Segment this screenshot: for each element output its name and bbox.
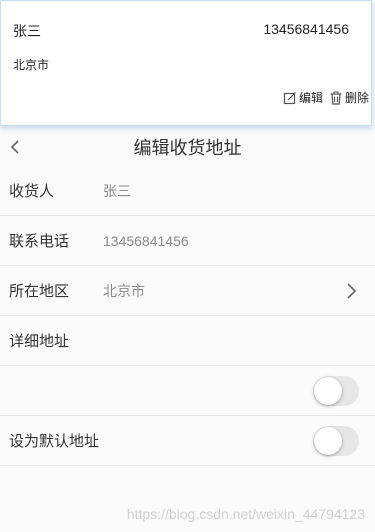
address-form: 收货人 张三 联系电话 13456841456 所在地区 北京市 详细地址 设为…	[0, 166, 375, 466]
receiver-input[interactable]: 张三	[103, 181, 131, 201]
chevron-right-icon	[347, 283, 357, 299]
delete-label: 删除	[344, 91, 369, 105]
page-title: 编辑收货地址	[133, 138, 242, 158]
receiver-label: 收货人	[9, 183, 55, 200]
edit-label: 编辑	[298, 91, 323, 105]
region-value: 北京市	[103, 282, 145, 299]
detail-label: 详细地址	[9, 333, 70, 350]
card-actions: 编辑 删除	[277, 89, 369, 106]
card-address: 北京市	[13, 58, 50, 72]
toggle-knob	[314, 426, 342, 455]
phone-label: 联系电话	[9, 233, 70, 250]
delete-button[interactable]: 删除	[329, 89, 369, 106]
trash-icon	[330, 91, 342, 105]
default-toggle[interactable]	[313, 425, 359, 456]
unnamed-toggle[interactable]	[313, 375, 359, 406]
edit-icon	[283, 91, 296, 104]
card-phone: 13456841456	[263, 21, 349, 37]
region-row[interactable]: 所在地区 北京市	[0, 266, 375, 316]
edit-button[interactable]: 编辑	[283, 89, 323, 106]
phone-input[interactable]: 13456841456	[103, 233, 189, 249]
toggle-knob	[314, 376, 342, 405]
toggle-row	[0, 366, 375, 416]
default-row: 设为默认地址	[0, 416, 375, 466]
receiver-row[interactable]: 收货人 张三	[0, 166, 375, 216]
card-receiver-name: 张三	[13, 23, 41, 39]
address-card: 张三 13456841456 北京市 编辑 删除	[0, 0, 372, 126]
detail-row[interactable]: 详细地址	[0, 316, 375, 366]
default-label: 设为默认地址	[9, 433, 100, 450]
page-header: 编辑收货地址	[0, 128, 375, 166]
region-label: 所在地区	[9, 283, 70, 300]
watermark: https://blog.csdn.net/weixin_44794123	[126, 506, 365, 522]
chevron-left-icon[interactable]	[6, 137, 26, 157]
phone-row[interactable]: 联系电话 13456841456	[0, 216, 375, 266]
